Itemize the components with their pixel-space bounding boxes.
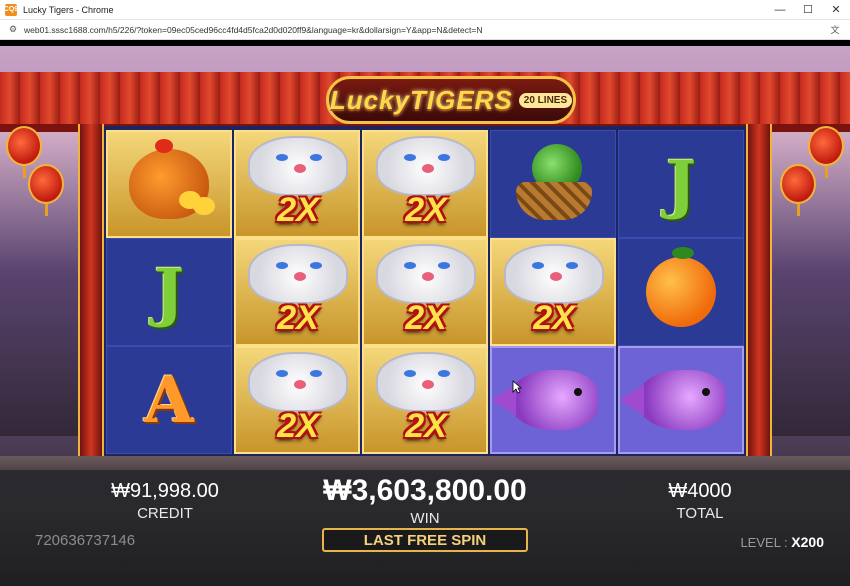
multiplier-label: 2X [277, 191, 319, 229]
symbol-a: A [106, 346, 232, 454]
letter-a: A [144, 362, 194, 438]
address-bar[interactable]: ⚙ web01.sssc1688.com/h5/226/?token=09ec0… [0, 20, 850, 40]
lantern-icon [780, 164, 816, 216]
minimize-button[interactable]: — [766, 0, 794, 20]
reel-grid[interactable]: J A 2X 2X 2X 2X 2X 2X 2X J [104, 126, 746, 456]
window-title: Lucky Tigers - Chrome [23, 4, 114, 15]
letter-j: J [153, 254, 185, 330]
game-logo: LuckyTIGERS 20 LINES [326, 76, 576, 124]
site-info-icon[interactable]: ⚙ [6, 23, 20, 37]
symbol-tiger-2x: 2X [362, 130, 488, 238]
window-controls: — ☐ ✕ [766, 0, 850, 20]
cabbage-basket-icon [512, 144, 594, 224]
lantern-icon [808, 126, 844, 178]
letter-j: J [665, 146, 697, 222]
multiplier-label: 2X [277, 299, 319, 337]
pillar-right [746, 124, 772, 464]
symbol-tiger-2x: 2X [362, 346, 488, 454]
hen-icon [129, 139, 215, 219]
multiplier-label: 2X [405, 191, 447, 229]
translate-icon[interactable]: 文 [828, 23, 842, 37]
game-canvas[interactable]: LuckyTIGERS 20 LINES J A 2X 2X 2X 2X 2X … [0, 46, 850, 586]
logo-title: LuckyTIGERS [329, 84, 513, 115]
lantern-icon [28, 164, 64, 216]
pillar-left [78, 124, 104, 464]
symbol-tiger-2x: 2X [234, 130, 360, 238]
win-value: ₩3,603,800.00 [323, 474, 527, 507]
koi-fish-icon [620, 370, 726, 430]
credit-display: ₩91,998.00 CREDIT [95, 480, 235, 522]
tiger-icon [376, 244, 476, 304]
symbol-koi [618, 346, 744, 454]
lantern-icon [6, 126, 42, 178]
ticket-id: 720636737146 [35, 532, 136, 549]
credit-label: CREDIT [137, 505, 193, 522]
tiger-icon [504, 244, 604, 304]
multiplier-label: 2X [405, 299, 447, 337]
url-text[interactable]: web01.sssc1688.com/h5/226/?token=09ec05c… [24, 25, 482, 35]
total-label: TOTAL [676, 505, 724, 522]
multiplier-label: 2X [277, 407, 319, 445]
tiger-icon [248, 136, 348, 196]
tiger-icon [376, 136, 476, 196]
logo-lines-badge: 20 LINES [518, 92, 573, 108]
symbol-tiger-2x: 2X [234, 238, 360, 346]
total-value: ₩4000 [668, 480, 732, 502]
orange-icon [646, 247, 716, 327]
credit-value: ₩91,998.00 [111, 480, 219, 502]
level-display: LEVEL : X200 [740, 534, 824, 550]
gold-egg-icon [193, 197, 215, 215]
symbol-tiger-2x: 2X [362, 238, 488, 346]
bottom-hud: ₩91,998.00 CREDIT ₩3,603,800.00 WIN ₩400… [0, 470, 850, 586]
window-titlebar: CQ9 Lucky Tigers - Chrome — ☐ ✕ [0, 0, 850, 20]
symbol-tiger-2x: 2X [490, 238, 616, 346]
symbol-cabbage-basket [490, 130, 616, 238]
mouse-cursor-icon [512, 380, 522, 394]
total-bet-display: ₩4000 TOTAL [640, 480, 760, 522]
close-button[interactable]: ✕ [822, 0, 850, 20]
maximize-button[interactable]: ☐ [794, 0, 822, 20]
symbol-orange [618, 238, 744, 346]
symbol-j: J [106, 238, 232, 346]
symbol-j: J [618, 130, 744, 238]
symbol-hen [106, 130, 232, 238]
koi-fish-icon [492, 370, 598, 430]
win-label: WIN [410, 510, 440, 527]
tiger-icon [248, 352, 348, 412]
level-value: X200 [791, 534, 824, 550]
win-display: ₩3,603,800.00 WIN [300, 474, 550, 527]
multiplier-label: 2X [405, 407, 447, 445]
symbol-tiger-2x: 2X [234, 346, 360, 454]
tiger-icon [376, 352, 476, 412]
multiplier-label: 2X [533, 299, 575, 337]
symbol-koi [490, 346, 616, 454]
level-label: LEVEL : [740, 535, 788, 550]
last-free-spin-banner: LAST FREE SPIN [322, 528, 528, 552]
tiger-icon [248, 244, 348, 304]
app-icon: CQ9 [4, 3, 18, 16]
